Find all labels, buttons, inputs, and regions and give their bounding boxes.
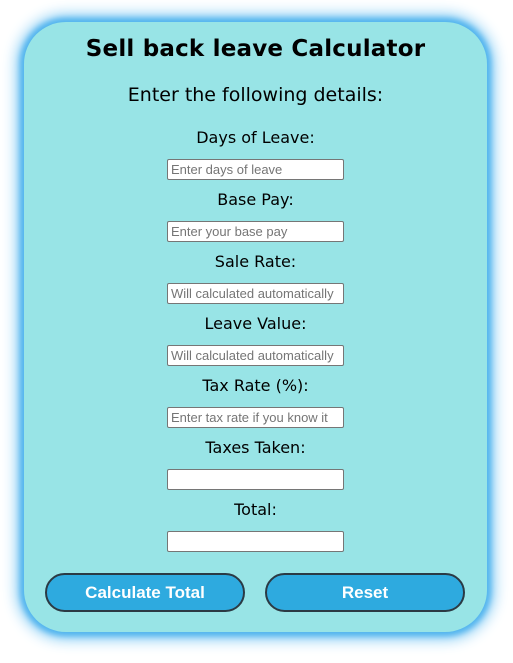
- page-title: Sell back leave Calculator: [85, 36, 426, 62]
- days-of-leave-input[interactable]: [167, 159, 344, 180]
- total-input[interactable]: [167, 531, 344, 552]
- taxes-taken-input[interactable]: [167, 469, 344, 490]
- leave-value-label: Leave Value:: [204, 314, 307, 333]
- base-pay-input[interactable]: [167, 221, 344, 242]
- total-label: Total:: [234, 500, 277, 519]
- sale-rate-label: Sale Rate:: [214, 252, 297, 271]
- calculate-total-button[interactable]: Calculate Total: [45, 573, 245, 612]
- tax-rate-label: Tax Rate (%):: [202, 376, 309, 395]
- sale-rate-input[interactable]: [167, 283, 344, 304]
- taxes-taken-label: Taxes Taken:: [205, 438, 306, 457]
- reset-button[interactable]: Reset: [265, 573, 465, 612]
- days-of-leave-label: Days of Leave:: [196, 128, 315, 147]
- instructions-heading: Enter the following details:: [127, 84, 384, 106]
- tax-rate-input[interactable]: [167, 407, 344, 428]
- calculator-card: Sell back leave Calculator Enter the fol…: [24, 22, 487, 632]
- leave-value-input[interactable]: [167, 345, 344, 366]
- base-pay-label: Base Pay:: [217, 190, 294, 209]
